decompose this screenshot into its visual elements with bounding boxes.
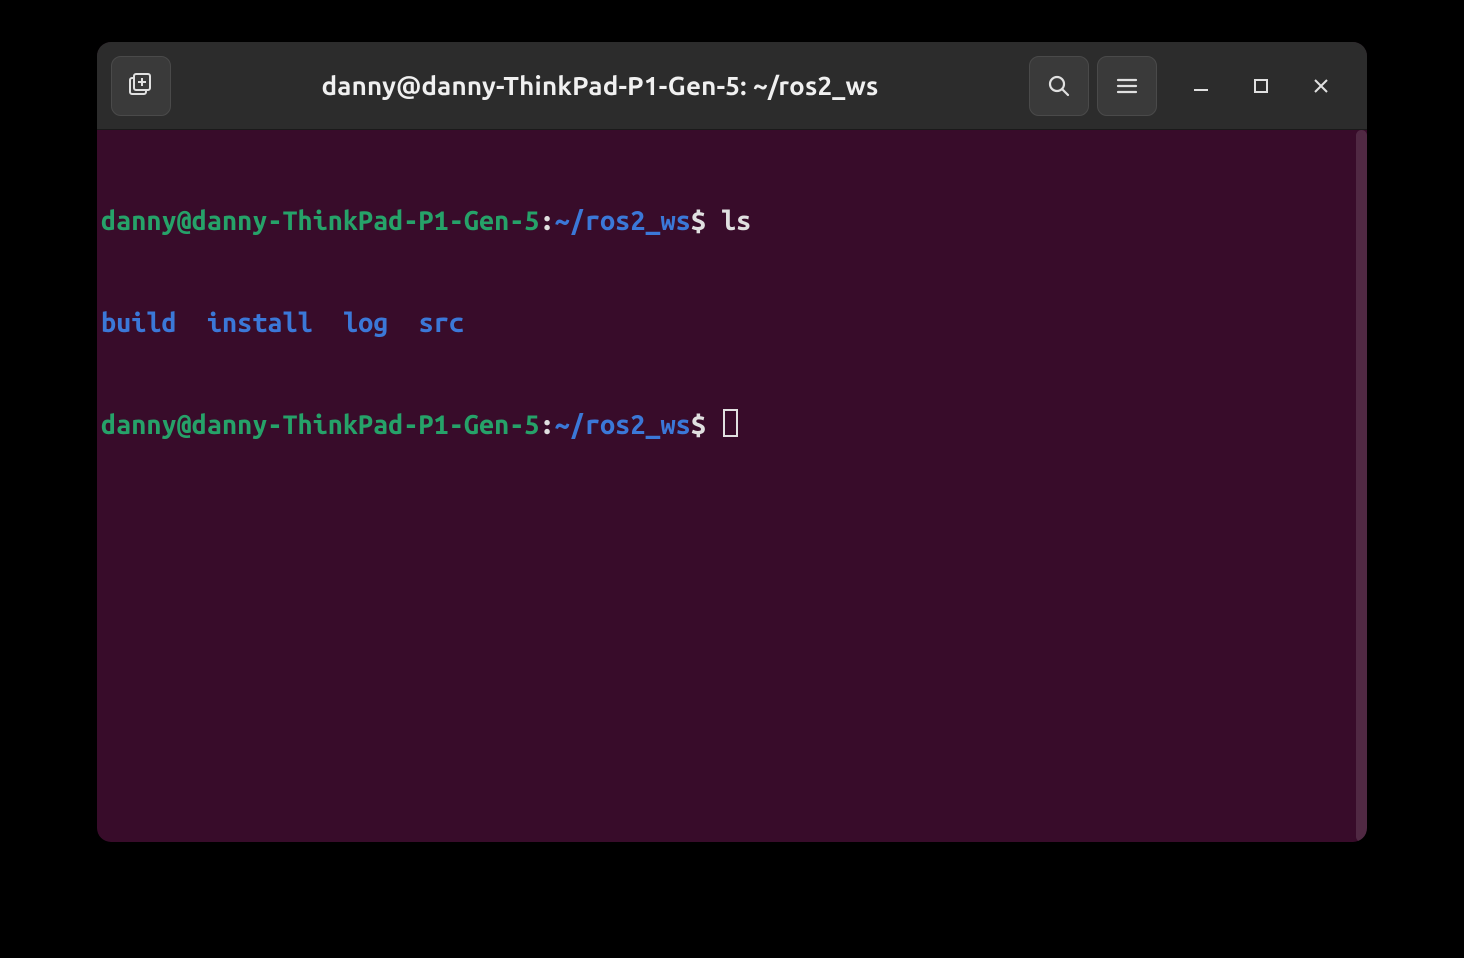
prompt-symbol: $ bbox=[691, 206, 706, 236]
terminal-body[interactable]: danny@danny-ThinkPad-P1-Gen-5:~/ros2_ws$… bbox=[97, 130, 1367, 842]
command-ls: ls bbox=[721, 206, 751, 236]
window-title: danny@danny-ThinkPad-P1-Gen-5: ~/ros2_ws bbox=[179, 71, 1021, 100]
window-controls bbox=[1165, 70, 1353, 102]
prompt-user: danny@danny-ThinkPad-P1-Gen-5 bbox=[101, 410, 539, 440]
minimize-icon bbox=[1192, 77, 1210, 95]
prompt-symbol: $ bbox=[691, 410, 706, 440]
prompt-colon: : bbox=[539, 206, 554, 236]
minimize-button[interactable] bbox=[1185, 70, 1217, 102]
new-tab-button[interactable] bbox=[111, 56, 171, 116]
scrollbar[interactable] bbox=[1356, 130, 1367, 842]
prompt-path: ~/ros2_ws bbox=[555, 206, 691, 236]
titlebar: danny@danny-ThinkPad-P1-Gen-5: ~/ros2_ws bbox=[97, 42, 1367, 130]
terminal-window: danny@danny-ThinkPad-P1-Gen-5: ~/ros2_ws bbox=[97, 42, 1367, 842]
maximize-icon bbox=[1253, 78, 1269, 94]
new-tab-icon bbox=[127, 72, 155, 100]
terminal-line-2: build install log src bbox=[101, 306, 1363, 340]
menu-button[interactable] bbox=[1097, 56, 1157, 116]
close-icon bbox=[1312, 77, 1330, 95]
ls-item-build: build bbox=[101, 308, 177, 338]
hamburger-icon bbox=[1115, 74, 1139, 98]
close-button[interactable] bbox=[1305, 70, 1337, 102]
ls-item-log: log bbox=[343, 308, 388, 338]
ls-item-src: src bbox=[419, 308, 464, 338]
terminal-line-3: danny@danny-ThinkPad-P1-Gen-5:~/ros2_ws$ bbox=[101, 408, 1363, 442]
search-button[interactable] bbox=[1029, 56, 1089, 116]
terminal-line-1: danny@danny-ThinkPad-P1-Gen-5:~/ros2_ws$… bbox=[101, 204, 1363, 238]
ls-item-install: install bbox=[207, 308, 313, 338]
prompt-user: danny@danny-ThinkPad-P1-Gen-5 bbox=[101, 206, 539, 236]
prompt-colon: : bbox=[539, 410, 554, 440]
prompt-path: ~/ros2_ws bbox=[555, 410, 691, 440]
search-icon bbox=[1046, 73, 1072, 99]
maximize-button[interactable] bbox=[1245, 70, 1277, 102]
cursor bbox=[723, 409, 738, 437]
